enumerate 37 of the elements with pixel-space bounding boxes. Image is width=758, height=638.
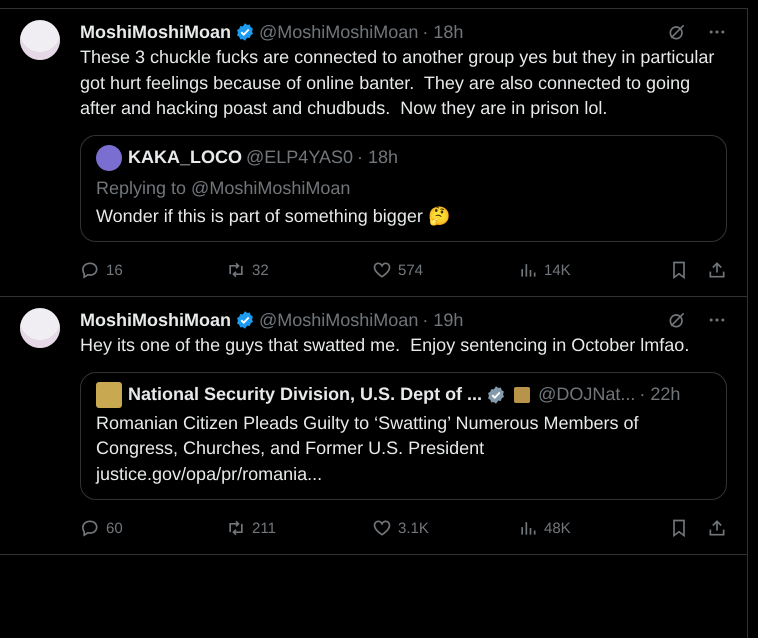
replying-to-text: Replying to @MoshiMoshiMoan (96, 176, 352, 200)
post-text: Hey its one of the guys that swatted me. Enjoy sentencing in October lmfao. (80, 334, 690, 357)
quoted-post-card[interactable] (80, 372, 727, 500)
display-name[interactable]: MoshiMoshiMoan (80, 310, 231, 330)
user-handle[interactable]: @MoshiMoshiMoan (259, 310, 418, 330)
reply-count: 60 (106, 520, 123, 536)
quoted-post-text: Wonder if this is part of something bigger 🤔 (96, 204, 451, 228)
quoted-post-card[interactable]: KAKA_LOCO @ELP4YAS0 · 18h Replying to @MoshiMoshiMoan Wonder if this is part of something bigger 🤔 (80, 134, 727, 242)
user-handle[interactable]: @MoshiMoshiMoan (259, 22, 418, 42)
reply-icon[interactable] (80, 518, 100, 538)
view-count: 48K (544, 520, 571, 536)
slashed-circle-icon[interactable] (667, 22, 687, 42)
heart-icon[interactable] (372, 260, 392, 280)
avatar-circle[interactable] (20, 20, 60, 60)
share-icon[interactable] (707, 260, 727, 280)
reply-count: 16 (106, 262, 123, 278)
view-count: 14K (544, 262, 571, 278)
display-name[interactable]: KAKA_LOCO (128, 147, 242, 168)
user-handle: @DOJNat... (538, 384, 636, 405)
post-time[interactable]: · 18h (422, 22, 464, 42)
repost-count: 211 (252, 520, 276, 536)
link-text[interactable]: justice.gov/opa/pr/romania... (96, 462, 711, 487)
avatar-circle[interactable] (20, 308, 60, 348)
like-count: 3.1K (398, 520, 429, 536)
heart-icon[interactable] (372, 518, 392, 538)
reply-icon[interactable] (80, 260, 100, 280)
repost-count: 32 (252, 262, 269, 278)
post-text: These 3 chuckle fucks are connected to another group yes but they in particular got hurt feelings because of online banter. They are also connected to going after and hacking poast and chudbuds. Now they are in prison lol. (80, 46, 716, 120)
display-name[interactable]: MoshiMoshiMoan (80, 22, 231, 42)
like-count: 574 (398, 262, 424, 278)
user-handle: @ELP4YAS0 (246, 147, 354, 168)
share-icon[interactable] (707, 518, 727, 538)
post-time: · 22h (639, 384, 680, 405)
slashed-circle-icon[interactable] (667, 310, 687, 330)
post-time[interactable]: · 19h (422, 310, 464, 330)
display-name[interactable]: National Security Division, U.S. Dept of ... (128, 384, 482, 405)
post-time: · 18h (357, 147, 398, 168)
